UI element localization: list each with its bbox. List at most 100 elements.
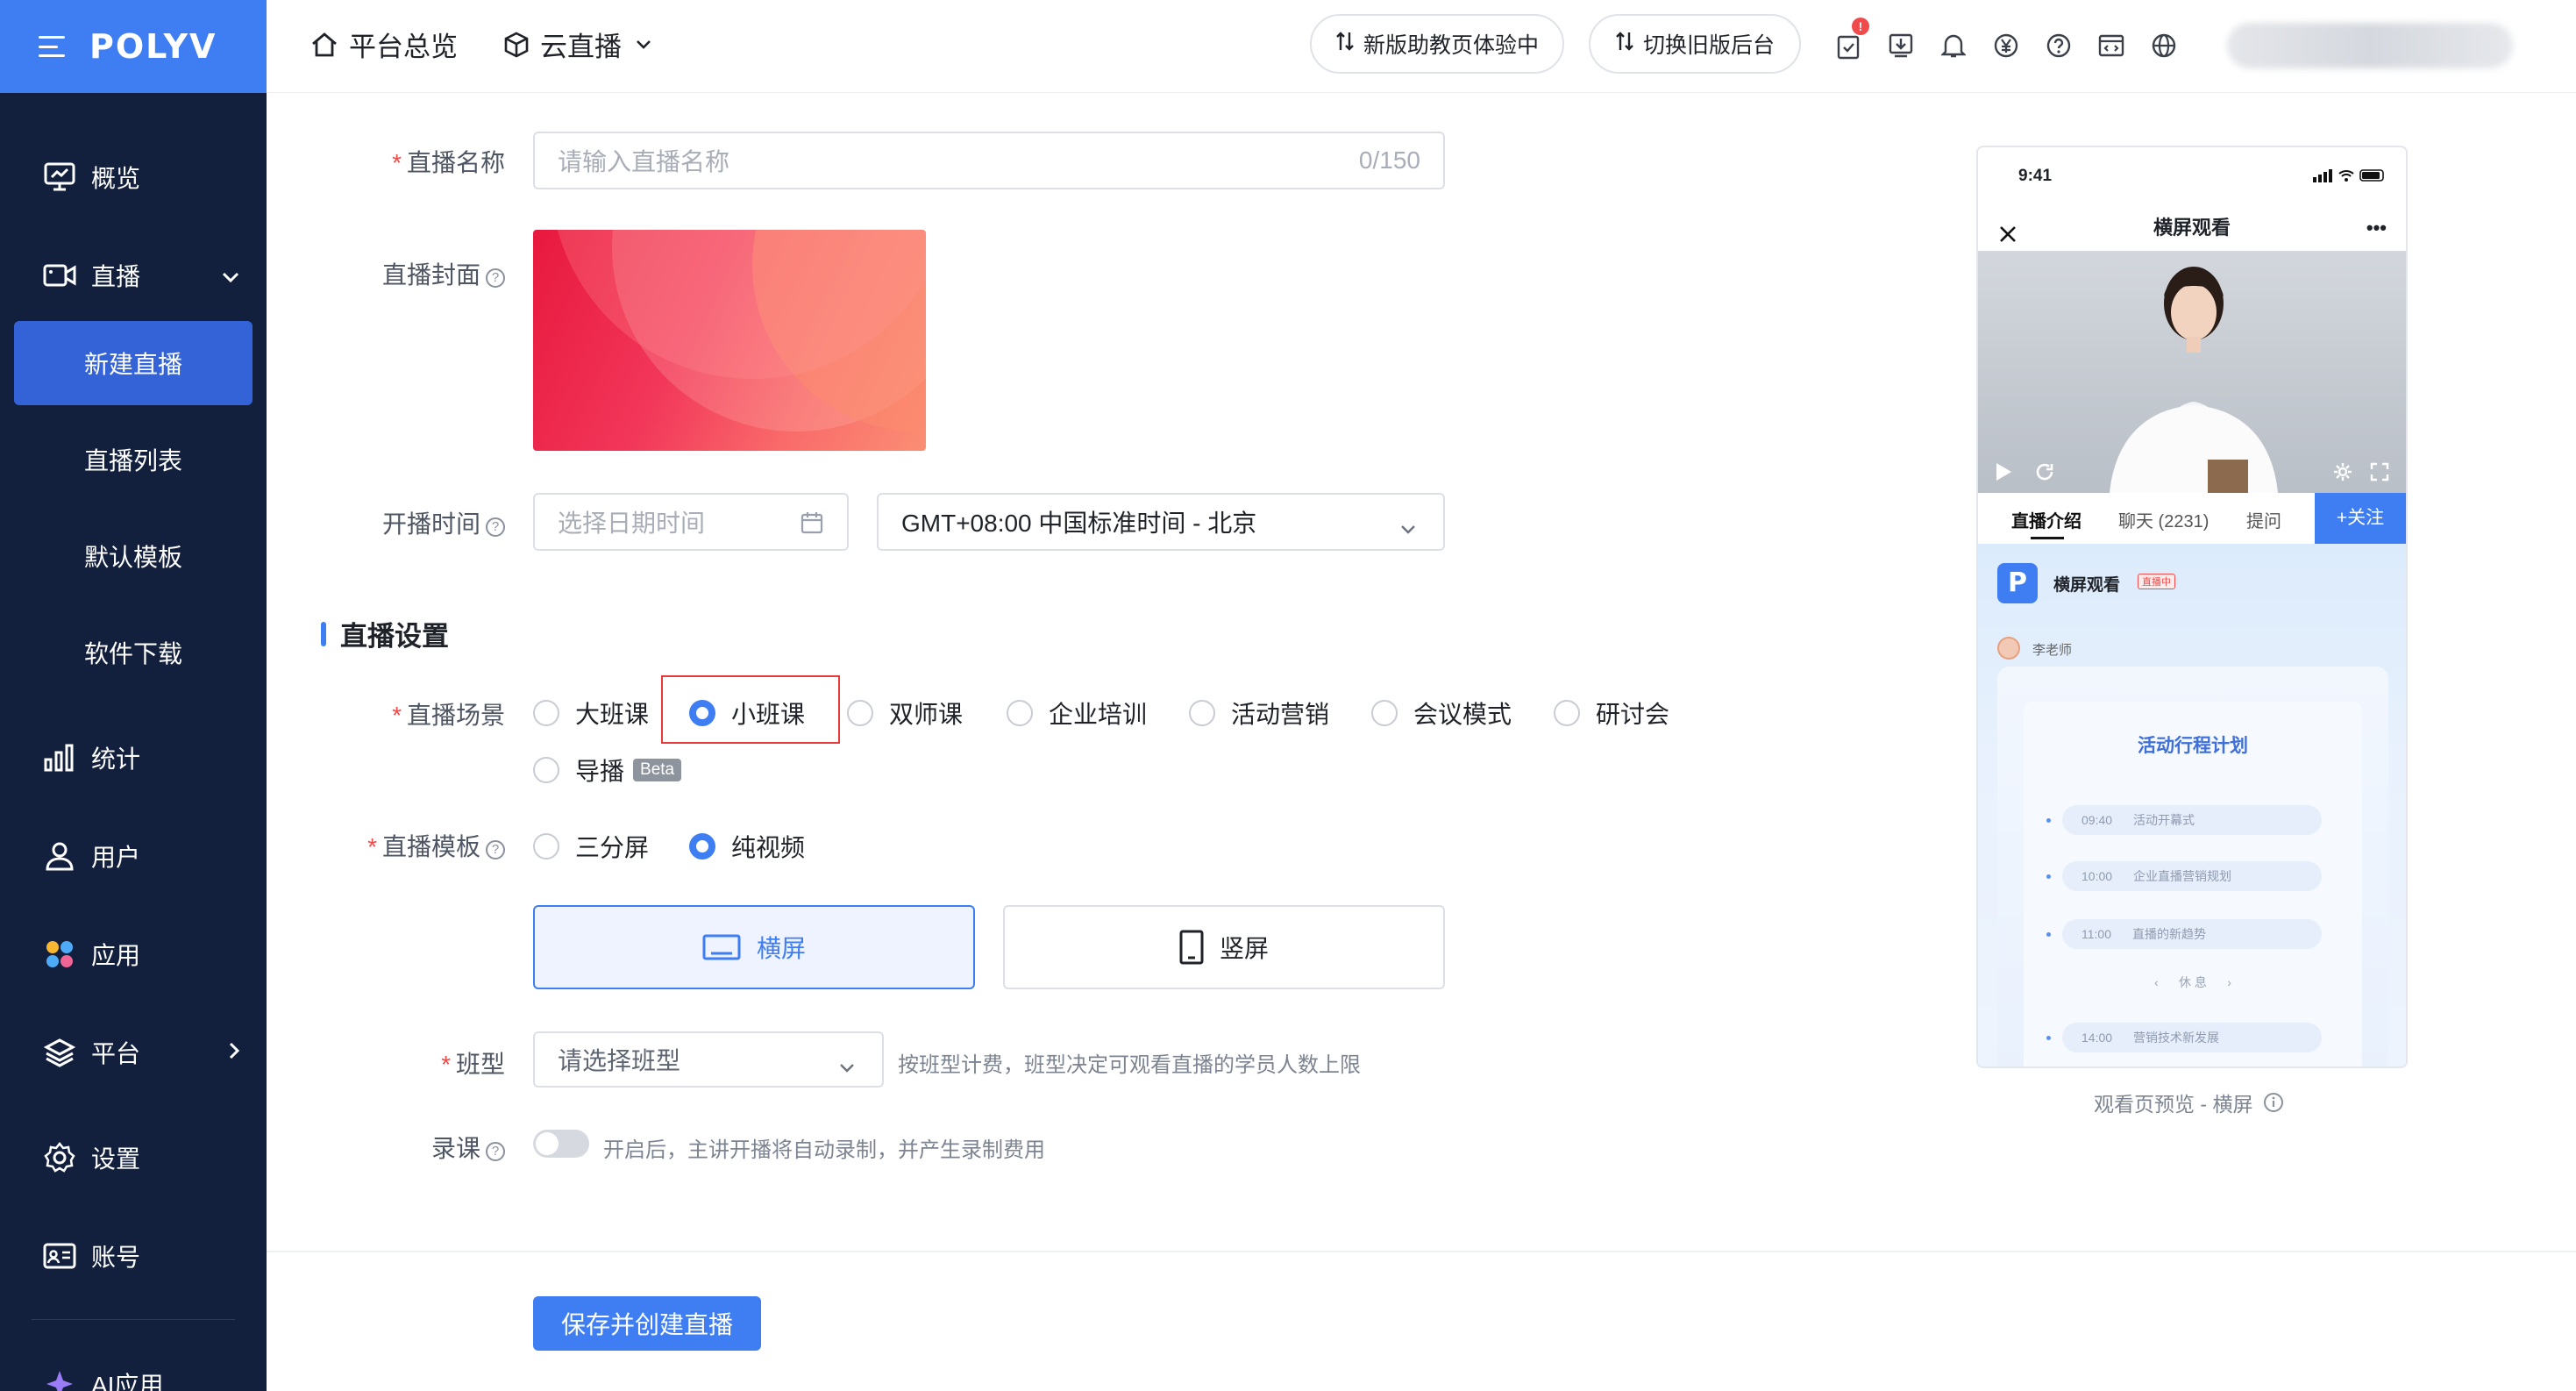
sidebar-subitem-software-download[interactable]: 软件下载 [14, 610, 253, 695]
orientation-portrait-card[interactable]: 竖屏 [1003, 905, 1445, 989]
id-card-icon [42, 1238, 77, 1273]
settings-icon[interactable] [2332, 461, 2353, 487]
orientation-portrait-label: 竖屏 [1219, 935, 1269, 962]
portrait-phone-icon [1179, 930, 1204, 965]
timeline-dot [2046, 874, 2051, 879]
radio-circle [1371, 700, 1398, 726]
teacher-avatar [1997, 637, 2020, 660]
record-toggle[interactable] [533, 1130, 589, 1158]
timeline-dot [2046, 818, 2051, 823]
sidebar-item-platform[interactable]: 平台 [0, 1010, 267, 1095]
channel-logo: P [1997, 563, 2038, 603]
presenter-figure [1978, 251, 2406, 493]
calendar-icon [800, 510, 824, 541]
sidebar-divider [32, 1319, 235, 1320]
sidebar-item-live[interactable]: 直播 [0, 233, 267, 317]
switch-old-console-button[interactable]: 切换旧版后台 [1589, 14, 1801, 74]
save-and-create-button[interactable]: 保存并创建直播 [533, 1296, 761, 1351]
nav-cloud-live-label: 云直播 [540, 32, 622, 62]
template-option-video-only[interactable]: 纯视频 [689, 829, 805, 864]
globe-icon[interactable] [2146, 28, 2181, 63]
section-accent-bar [321, 621, 326, 646]
tab-chat[interactable]: 聊天 (2231) [2118, 507, 2209, 532]
bar-chart-icon [42, 740, 77, 775]
timezone-select[interactable]: GMT+08:00 中国标准时间 - 北京 [877, 493, 1445, 551]
play-icon[interactable] [1994, 461, 2013, 487]
highlight-box [661, 675, 840, 744]
more-icon[interactable]: ••• [2366, 205, 2387, 251]
scene-option-enterprise-training[interactable]: 企业培训 [1007, 696, 1147, 731]
live-cover-image[interactable] [533, 230, 926, 451]
sidebar-item-stats[interactable]: 统计 [0, 716, 267, 800]
user-account-blurred[interactable] [2227, 23, 2513, 68]
channel-name: 横屏观看 [2053, 576, 2121, 595]
user-icon [42, 838, 77, 874]
teacher-name: 李老师 [2032, 643, 2073, 658]
brand-bar: POLYV [0, 0, 267, 93]
live-status-badge: 直播中 [2138, 574, 2175, 589]
assistant-preview-label: 新版助教页体验中 [1363, 33, 1539, 58]
schedule-item: 09:40 活动开幕式 [2062, 805, 2322, 835]
switch-old-console-label: 切换旧版后台 [1642, 33, 1775, 58]
live-name-label: * 直播名称 [392, 149, 505, 176]
scene-option-large-class[interactable]: 大班课 [533, 696, 649, 731]
sidebar-item-apps[interactable]: 应用 [0, 912, 267, 996]
sidebar-item-settings[interactable]: 设置 [0, 1116, 267, 1200]
timezone-value: GMT+08:00 中国标准时间 - 北京 [901, 510, 1257, 537]
sidebar-subitem-new-live[interactable]: 新建直播 [14, 321, 253, 405]
top-header: 平台总览 云直播 新版助教页体验中 切换旧版后台 ! [267, 0, 2576, 93]
fullscreen-icon[interactable] [2369, 461, 2390, 487]
nav-platform-overview[interactable]: 平台总览 [310, 25, 458, 64]
tab-underline [2031, 537, 2064, 539]
sidebar-item-overview[interactable]: 概览 [0, 135, 267, 219]
sidebar-item-label: 统计 [91, 745, 141, 773]
schedule-card: 活动行程计划 09:40 活动开幕式 10:00 企业直播营销规划 11:00 直播的… [1997, 667, 2388, 1066]
task-icon[interactable]: ! [1831, 18, 1869, 63]
download-icon[interactable] [1883, 28, 1918, 63]
footer-divider [267, 1251, 2576, 1252]
sidebar-item-label: 概览 [91, 165, 141, 192]
beta-badge: Beta [633, 759, 682, 781]
code-window-icon[interactable] [2094, 28, 2129, 63]
scene-option-meeting[interactable]: 会议模式 [1371, 696, 1512, 731]
class-type-label: * 班型 [441, 1051, 505, 1078]
radio-circle-selected [689, 833, 715, 860]
sidebar: POLYV 概览 直播 新建直播 直播列表 默认模板 软件下载 统计 用户 应用… [0, 0, 267, 1391]
bell-icon[interactable] [1936, 28, 1971, 63]
sidebar-item-label: 平台 [91, 1040, 141, 1067]
radio-circle [1189, 700, 1215, 726]
polyv-logo: POLYV [89, 27, 217, 66]
schedule-inner: 活动行程计划 09:40 活动开幕式 10:00 企业直播营销规划 11:00 直播的… [2024, 702, 2362, 1066]
orientation-landscape-card[interactable]: 横屏 [533, 905, 975, 989]
template-option-three-split[interactable]: 三分屏 [533, 829, 649, 864]
scene-option-dual-teacher[interactable]: 双师课 [847, 696, 963, 731]
sidebar-item-label: 用户 [91, 844, 141, 871]
sidebar-item-ai-apps[interactable]: AI应用 [0, 1342, 267, 1391]
switch-arrows-icon [1335, 31, 1355, 58]
sidebar-item-account[interactable]: 账号 [0, 1214, 267, 1298]
sidebar-subitem-default-template[interactable]: 默认模板 [14, 514, 253, 598]
sidebar-item-label: AI应用 [91, 1372, 164, 1391]
class-type-select[interactable]: 请选择班型 [533, 1031, 884, 1088]
live-name-input[interactable]: 请输入直播名称 0/150 [533, 132, 1445, 189]
start-time-picker[interactable]: 选择日期时间 [533, 493, 849, 551]
tab-intro[interactable]: 直播介绍 [2011, 507, 2081, 532]
refresh-icon[interactable] [2034, 461, 2055, 487]
assistant-preview-button[interactable]: 新版助教页体验中 [1310, 14, 1564, 74]
scene-option-director[interactable]: 导播 Beta [533, 753, 682, 788]
sidebar-subitem-live-list[interactable]: 直播列表 [14, 417, 253, 502]
scene-option-seminar[interactable]: 研讨会 [1554, 696, 1669, 731]
video-player[interactable] [1978, 251, 2406, 493]
chevron-down-icon [637, 39, 651, 49]
help-icon[interactable] [2041, 28, 2076, 63]
scene-option-event-marketing[interactable]: 活动营销 [1189, 696, 1329, 731]
yuan-icon[interactable] [1989, 28, 2024, 63]
menu-icon[interactable] [39, 36, 65, 57]
follow-button[interactable]: +关注 [2315, 493, 2406, 544]
sidebar-item-users[interactable]: 用户 [0, 814, 267, 898]
chevron-down-icon [221, 262, 240, 289]
status-time: 9:41 [2018, 167, 2053, 185]
info-icon[interactable] [2263, 1092, 2284, 1113]
nav-cloud-live[interactable]: 云直播 [503, 25, 662, 64]
tab-questions[interactable]: 提问 [2246, 507, 2281, 532]
